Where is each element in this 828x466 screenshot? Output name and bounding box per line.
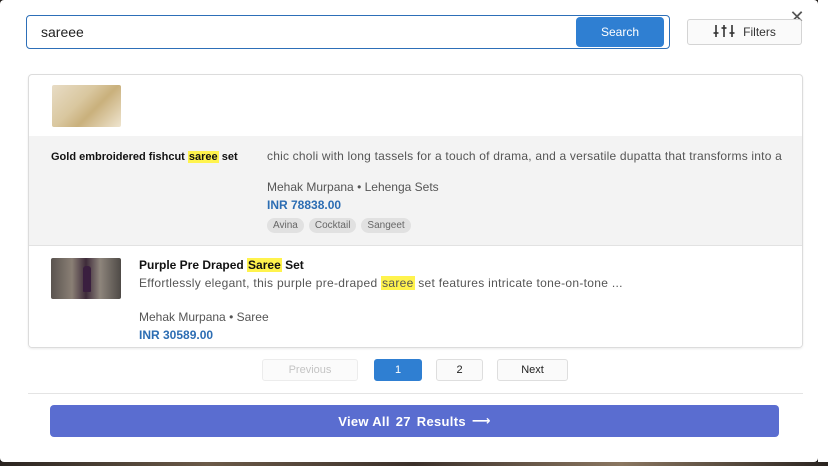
result-item[interactable]: Purple Pre Draped Saree Set Effortlessly… bbox=[29, 246, 802, 347]
result-description: chic choli with long tassels for a touch… bbox=[267, 149, 782, 163]
search-bar: Search bbox=[26, 15, 670, 49]
page-edge bbox=[818, 0, 828, 466]
tag[interactable]: Sangeet bbox=[361, 218, 411, 233]
result-description: Effortlessly elegant, this purple pre-dr… bbox=[139, 276, 623, 290]
meta-separator: • bbox=[357, 180, 362, 194]
search-highlight: saree bbox=[381, 276, 415, 290]
arrow-right-icon: ⟶ bbox=[471, 413, 491, 428]
background-strip bbox=[0, 462, 828, 466]
result-price: INR 30589.00 bbox=[139, 328, 214, 342]
result-price: INR 78838.00 bbox=[267, 198, 342, 212]
sliders-icon bbox=[713, 24, 735, 41]
result-item[interactable]: Gold embroidered fishcut saree set chic … bbox=[29, 136, 802, 246]
filters-label: Filters bbox=[743, 25, 776, 39]
next-page-button[interactable]: Next bbox=[497, 359, 568, 381]
tag-list: Avina Cocktail Sangeet bbox=[267, 218, 411, 233]
search-button[interactable]: Search bbox=[576, 17, 664, 47]
page-1-button[interactable]: 1 bbox=[374, 359, 422, 381]
search-highlight: saree bbox=[187, 151, 219, 163]
designer-name: Mehak Murpana bbox=[267, 180, 354, 194]
search-input[interactable] bbox=[41, 16, 581, 47]
meta-separator: • bbox=[229, 310, 234, 324]
designer-name: Mehak Murpana bbox=[139, 310, 226, 324]
product-thumbnail[interactable] bbox=[52, 85, 121, 127]
result-title[interactable]: Gold embroidered fishcut saree set bbox=[51, 149, 241, 165]
result-meta: Mehak Murpana • Lehenga Sets bbox=[267, 180, 439, 194]
product-figure bbox=[83, 266, 91, 292]
page-2-button[interactable]: 2 bbox=[436, 359, 483, 381]
result-title[interactable]: Purple Pre Draped Saree Set bbox=[139, 258, 304, 272]
results-count: 27 bbox=[395, 413, 411, 429]
category-name: Saree bbox=[236, 310, 269, 324]
tag[interactable]: Cocktail bbox=[308, 218, 357, 233]
view-all-results-button[interactable]: View All 27 Results ⟶ bbox=[50, 405, 779, 437]
result-meta: Mehak Murpana • Saree bbox=[139, 310, 269, 324]
tag[interactable]: Avina bbox=[267, 218, 304, 233]
product-thumbnail[interactable] bbox=[51, 258, 121, 299]
search-modal: ✕ Search Filters Gold embroidered fishcu… bbox=[0, 0, 818, 462]
previous-page-button[interactable]: Previous bbox=[262, 359, 358, 381]
divider bbox=[28, 393, 803, 394]
search-highlight: Saree bbox=[247, 258, 282, 272]
category-name: Lehenga Sets bbox=[364, 180, 439, 194]
results-list: Gold embroidered fishcut saree set chic … bbox=[28, 74, 803, 348]
filters-button[interactable]: Filters bbox=[687, 19, 802, 45]
